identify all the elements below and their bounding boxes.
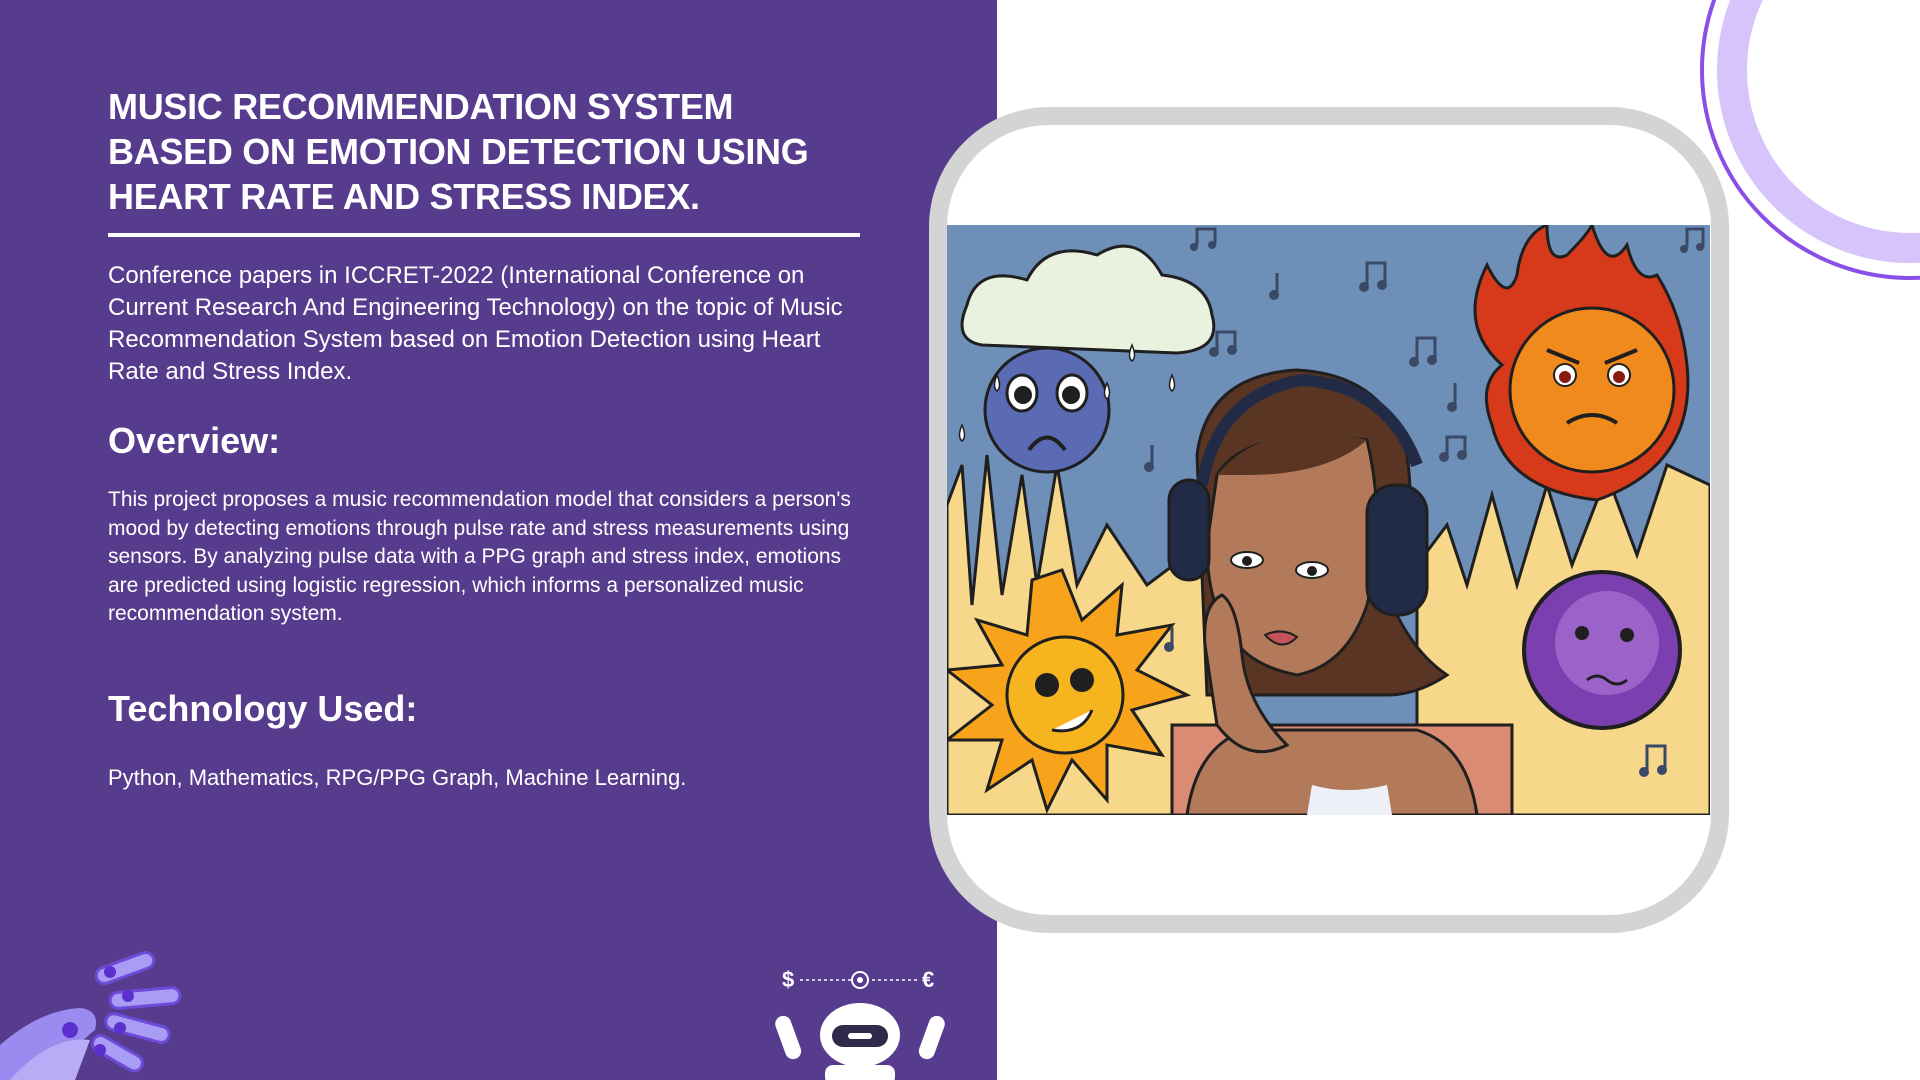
currency-dollar-label: $ <box>782 967 794 992</box>
intro-paragraph: Conference papers in ICCRET-2022 (Intern… <box>108 262 843 385</box>
technology-list: Python, Mathematics, RPG/PPG Graph, Mach… <box>108 765 687 790</box>
gear-icon <box>851 971 869 989</box>
technology-heading: Technology Used: <box>108 688 418 729</box>
slide-title: MUSIC RECOMMENDATION SYSTEM BASED ON EMO… <box>108 84 868 219</box>
title-divider <box>108 233 860 237</box>
title-line: BASED ON EMOTION DETECTION USING <box>108 131 809 172</box>
title-line: MUSIC RECOMMENDATION SYSTEM <box>108 86 734 127</box>
currency-euro-label: € <box>922 967 934 992</box>
title-line: HEART RATE AND STRESS INDEX. <box>108 176 700 217</box>
robot-icon: $ € <box>775 967 945 1080</box>
overview-paragraph: This project proposes a music recommenda… <box>108 488 851 625</box>
left-panel: MUSIC RECOMMENDATION SYSTEM BASED ON EMO… <box>0 0 997 1080</box>
worried-face-icon <box>1522 570 1682 730</box>
robot-hand-icon <box>0 950 182 1080</box>
overview-heading: Overview: <box>108 420 281 461</box>
decorative-arcs <box>1700 0 1920 280</box>
sad-face-icon <box>983 346 1111 474</box>
emotion-music-illustration <box>947 225 1710 815</box>
